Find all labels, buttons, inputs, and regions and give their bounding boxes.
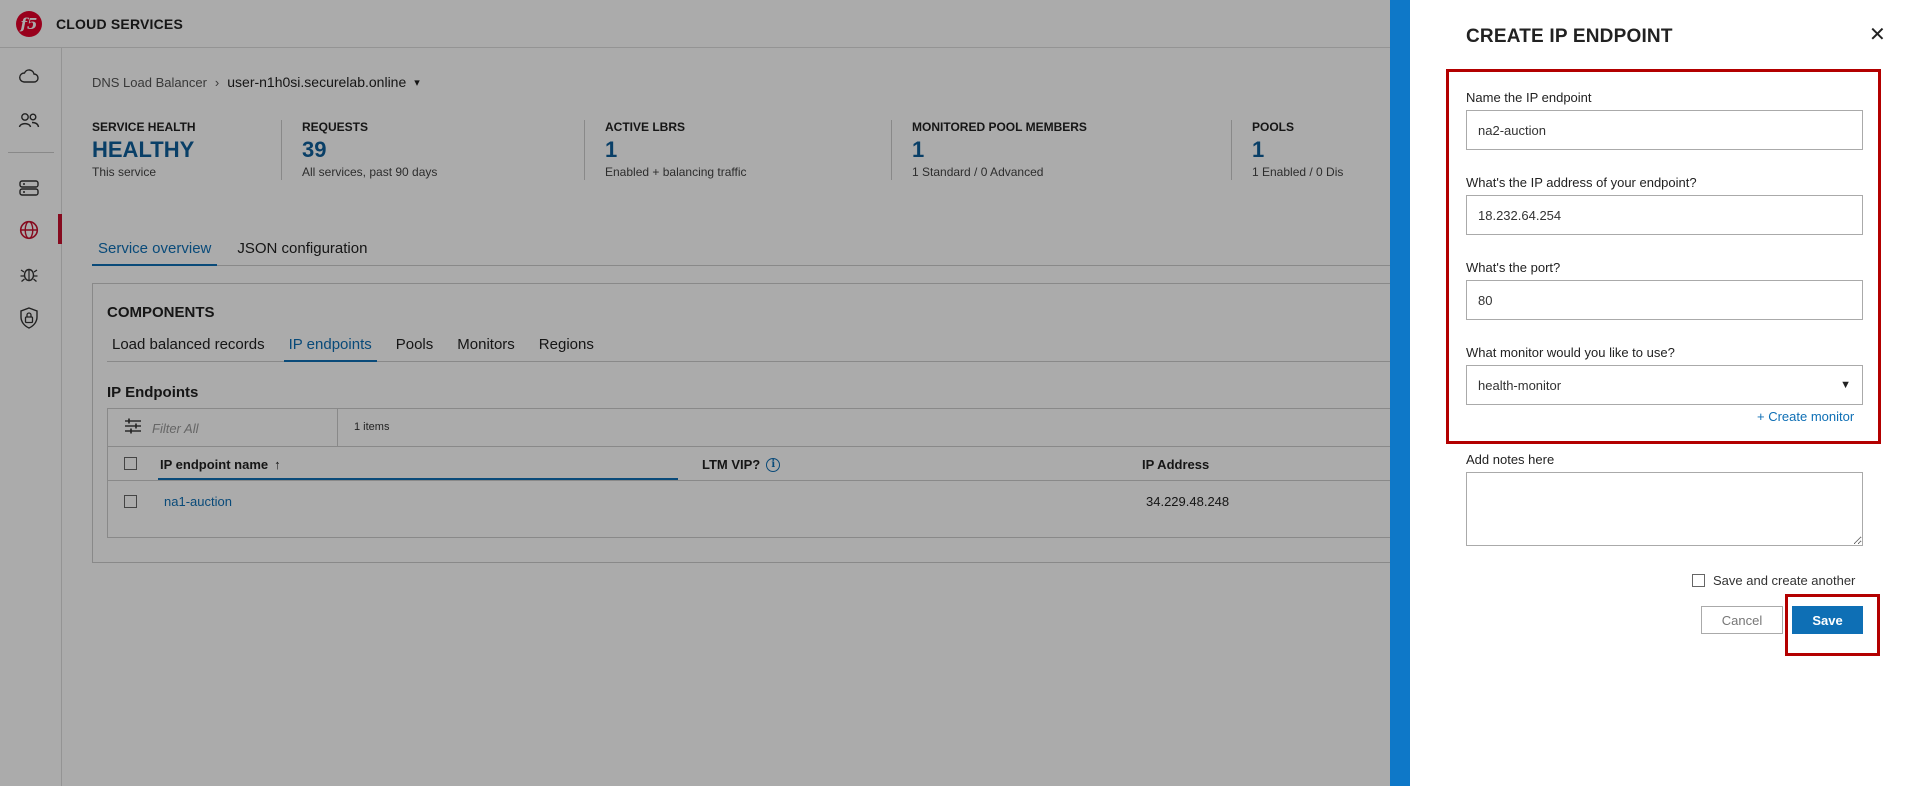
monitor-select[interactable]: health-monitor ▼ [1466,365,1863,405]
monitor-selected-value: health-monitor [1478,377,1562,393]
ip-address-input[interactable] [1466,195,1863,235]
chevron-down-icon[interactable]: ▼ [1840,379,1851,391]
cancel-button[interactable]: Cancel [1701,606,1783,634]
port-input[interactable] [1466,280,1863,320]
save-and-create-another[interactable]: Save and create another [1692,573,1855,588]
close-icon[interactable]: ✕ [1869,22,1886,47]
create-monitor-link[interactable]: + Create monitor [1757,409,1854,424]
save-another-checkbox[interactable] [1692,574,1705,587]
notes-label: Add notes here [1466,452,1555,467]
monitor-label: What monitor would you like to use? [1466,345,1675,360]
create-ip-endpoint-drawer: CREATE IP ENDPOINT ✕ Name the IP endpoin… [1390,0,1909,786]
notes-textarea[interactable] [1466,472,1863,546]
save-button[interactable]: Save [1792,606,1863,634]
port-label: What's the port? [1466,260,1561,275]
save-another-label: Save and create another [1713,573,1856,588]
name-input[interactable] [1466,110,1863,150]
drawer-title: CREATE IP ENDPOINT [1466,26,1673,47]
ip-address-label: What's the IP address of your endpoint? [1466,175,1697,190]
drawer-accent-stripe [1390,0,1410,786]
name-label: Name the IP endpoint [1466,90,1592,105]
